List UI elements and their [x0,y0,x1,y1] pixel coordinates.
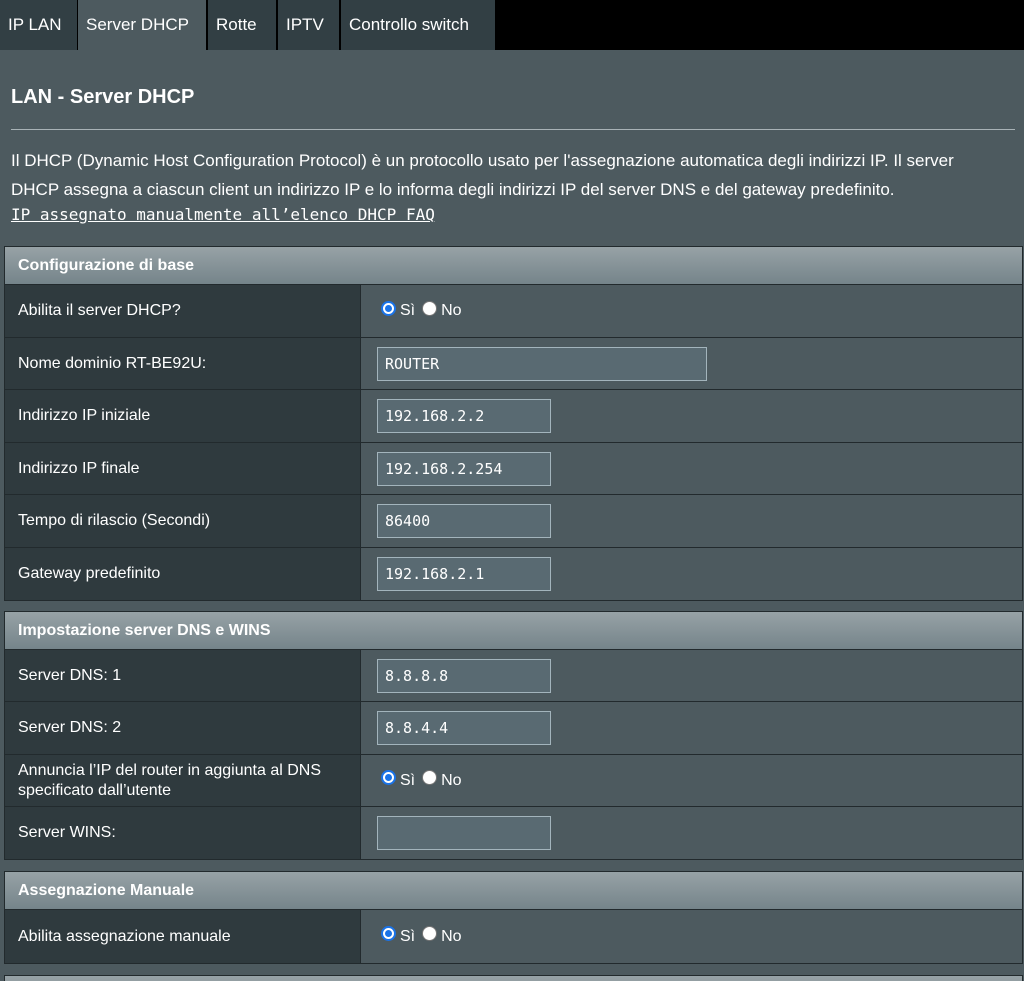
lease-time-input[interactable] [377,504,551,538]
dns1-label: Server DNS: 1 [5,650,361,701]
section-header-dns-wins: Impostazione server DNS e WINS [5,612,1022,650]
advertise-no-label: No [441,771,462,789]
row-lease-time: Tempo di rilascio (Secondi) [5,495,1022,548]
manual-assign-yes-label: Sì [400,927,416,945]
dns2-input[interactable] [377,711,551,745]
row-enable-manual-assign: Abilita assegnazione manuale Sì No [5,910,1022,963]
ip-end-input[interactable] [377,451,551,486]
domain-name-input[interactable] [377,346,707,381]
row-advertise-router-ip: Annuncia l’IP del router in aggiunta al … [5,755,1022,807]
page-title: LAN - Server DHCP [11,86,195,108]
next-section-header [5,976,1022,981]
row-ip-end: Indirizzo IP finale [5,443,1022,495]
enable-dhcp-yes-label: Sì [400,302,416,319]
enable-dhcp-yes-radio[interactable] [381,300,396,316]
wins-input[interactable] [377,816,551,850]
description-line-1: Il DHCP (Dynamic Host Configuration Prot… [11,151,954,170]
advertise-label-line-2: specificato dall’utente [18,781,171,799]
dns2-label: Server DNS: 2 [5,702,361,754]
advertise-yes-radio[interactable] [381,770,396,785]
next-section-peek [4,975,1023,981]
advertise-no-radio[interactable] [422,770,438,785]
row-dns1: Server DNS: 1 [5,650,1022,702]
manual-assign-no-radio[interactable] [422,926,438,941]
ip-start-label: Indirizzo IP iniziale [5,390,361,442]
domain-name-label: Nome dominio RT-BE92U: [5,338,361,389]
dns1-input[interactable] [377,658,551,693]
advertise-router-ip-label: Annuncia l’IP del router in aggiunta al … [5,755,361,806]
manual-assign-radio-group: Sì No [377,926,469,946]
row-wins: Server WINS: [5,807,1022,859]
advertise-label-line-1: Annuncia l’IP del router in aggiunta al … [18,761,321,779]
enable-dhcp-label: Abilita il server DHCP? [5,285,361,337]
row-domain-name: Nome dominio RT-BE92U: [5,338,1022,390]
ip-end-label: Indirizzo IP finale [5,443,361,494]
manual-assign-section: Assegnazione Manuale Abilita assegnazion… [4,871,1023,964]
gateway-label: Gateway predefinito [5,548,361,600]
basic-config-section: Configurazione di base Abilita il server… [4,246,1023,601]
tab-bar: IP LAN Server DHCP Rotte IPTV Controllo … [0,0,1024,50]
advertise-yes-label: Sì [400,771,416,789]
wins-label: Server WINS: [5,807,361,859]
tab-rotte[interactable]: Rotte [208,0,276,50]
dns-wins-section: Impostazione server DNS e WINS Server DN… [4,611,1023,860]
tab-ip-lan[interactable]: IP LAN [0,0,77,50]
section-header-basic-config: Configurazione di base [5,247,1022,285]
lease-time-label: Tempo di rilascio (Secondi) [5,495,361,547]
manual-assign-yes-radio[interactable] [381,926,396,941]
ip-start-input[interactable] [377,399,551,433]
manual-assign-no-label: No [441,927,462,945]
enable-dhcp-no-radio[interactable] [422,300,438,316]
advertise-radio-group: Sì No [377,770,469,790]
row-enable-dhcp: Abilita il server DHCP? Sì No [5,285,1022,338]
tab-server-dhcp[interactable]: Server DHCP [78,0,206,50]
row-dns2: Server DNS: 2 [5,702,1022,755]
tab-controllo-switch[interactable]: Controllo switch [341,0,495,50]
enable-dhcp-no-label: No [441,302,462,319]
title-divider [11,129,1015,130]
enable-dhcp-radio-group: Sì No [377,300,469,320]
page-description: Il DHCP (Dynamic Host Configuration Prot… [11,146,1016,204]
gateway-input[interactable] [377,557,551,591]
section-header-manual-assign: Assegnazione Manuale [5,872,1022,910]
row-gateway: Gateway predefinito [5,548,1022,600]
row-ip-start: Indirizzo IP iniziale [5,390,1022,443]
faq-link[interactable]: IP assegnato manualmente all’elenco DHCP… [11,205,435,224]
tab-iptv[interactable]: IPTV [278,0,339,50]
description-line-2: DHCP assegna a ciascun client un indiriz… [11,180,895,199]
enable-manual-assign-label: Abilita assegnazione manuale [5,910,361,963]
